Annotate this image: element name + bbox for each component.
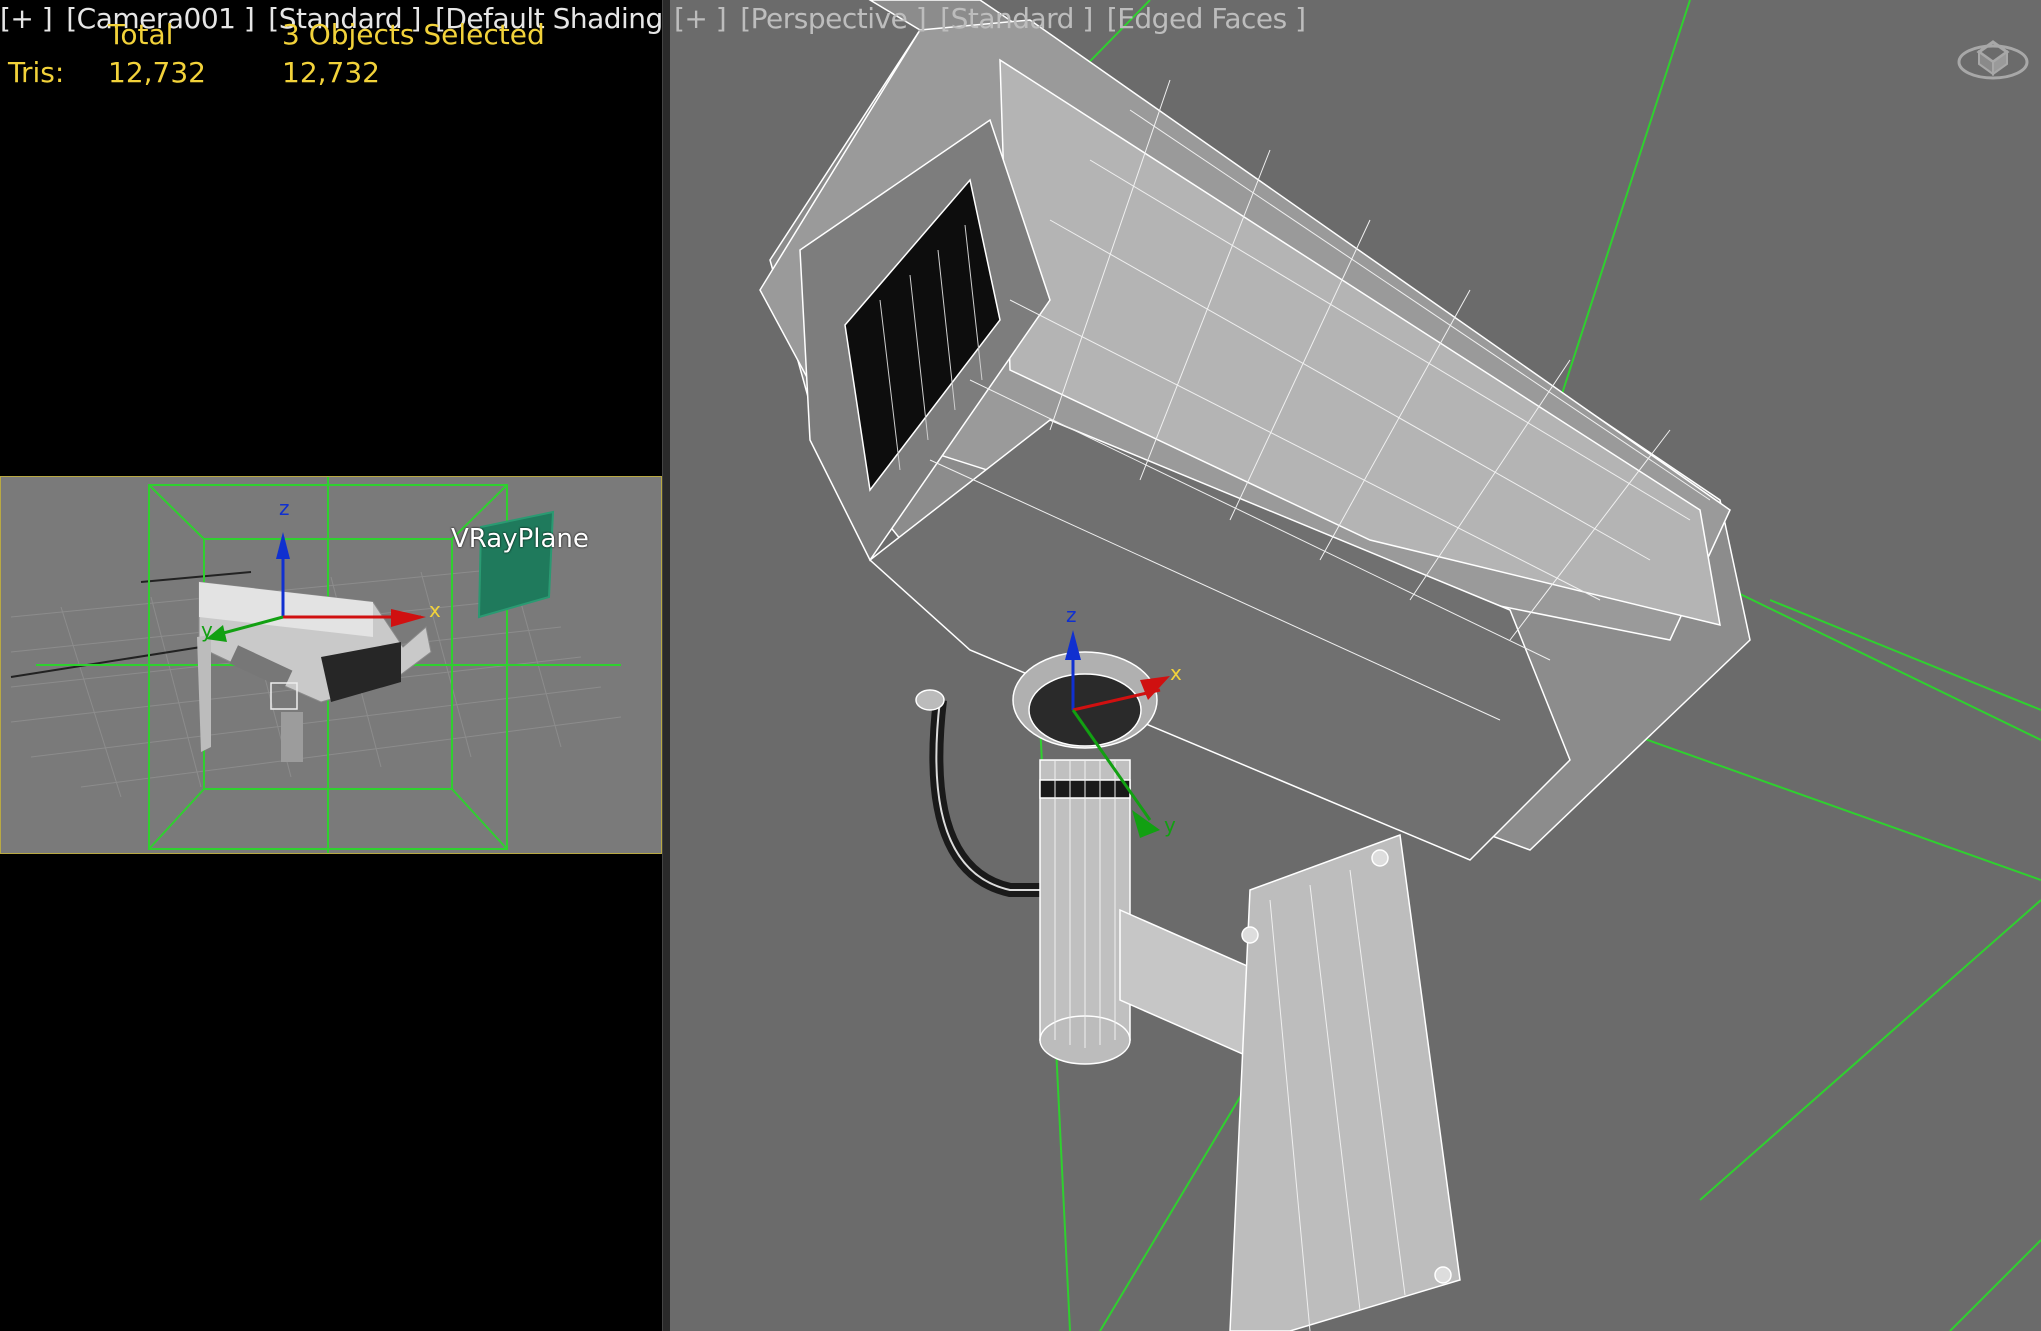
y-axis-label: y (201, 618, 213, 642)
viewcube-icon[interactable] (1953, 22, 2033, 92)
shading-menu-label[interactable]: [Edged Faces ] (1107, 2, 1306, 35)
stats-tris-label: Tris: (8, 56, 65, 89)
stats-total-value: 12,732 (108, 56, 206, 89)
safe-frame-region[interactable]: z x y VRayPlane (0, 476, 662, 854)
camera-object-preview (197, 581, 432, 762)
x-axis-label: x (1170, 661, 1182, 685)
z-axis-label: z (1066, 603, 1077, 627)
stats-selected-value: 12,732 (282, 56, 380, 89)
stats-total-header: Total (108, 18, 174, 51)
z-axis-label: z (279, 496, 290, 520)
stats-selected-header: 3 Objects Selected (282, 18, 545, 51)
vray-plane-label: VRayPlane (451, 524, 589, 554)
standard-menu-label[interactable]: [Standard ] (940, 2, 1093, 35)
x-axis-label: x (429, 598, 441, 622)
viewport-menu-button[interactable]: [+ ] (674, 2, 727, 35)
camera-housing-mesh (759, 0, 1751, 861)
perspective-point-of-view-label[interactable]: [Perspective ] (740, 2, 926, 35)
camera-viewport[interactable]: [+ ] [Camera001 ] [Standard ] [Default Shad… (0, 0, 662, 1331)
perspective-viewport-label: [+ ] [Perspective ] [Standard ] [Edged Face… (674, 2, 1320, 35)
perspective-scene: z x y (759, 0, 2041, 1331)
perspective-viewport[interactable]: z x y [+ ] [Perspective ] [Standard ] [Edge… (670, 0, 2041, 1331)
viewport-menu-button[interactable]: [+ ] (0, 2, 53, 35)
y-axis-label: y (1164, 813, 1176, 837)
